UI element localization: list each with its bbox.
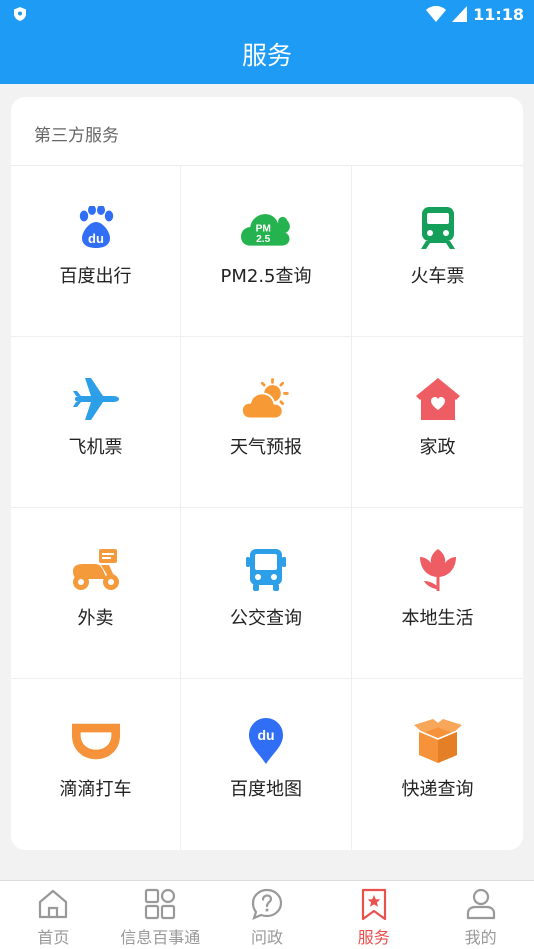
- service-label: 飞机票: [68, 437, 123, 458]
- train-icon: [413, 204, 463, 252]
- tab-home[interactable]: 首页: [0, 881, 107, 949]
- tab-label: 信息百事通: [120, 928, 201, 947]
- package-box-icon: [413, 717, 463, 765]
- shield-icon: [14, 7, 26, 21]
- service-label: 公交查询: [230, 608, 302, 629]
- grid-apps-icon: [145, 888, 176, 920]
- baidu-paw-icon: du: [71, 204, 121, 252]
- service-label: 外卖: [77, 608, 114, 629]
- service-baidu-travel[interactable]: du 百度出行: [11, 166, 181, 337]
- service-bus-query[interactable]: 公交查询: [181, 508, 352, 679]
- svg-text:2.5: 2.5: [256, 234, 270, 245]
- service-label: PM2.5查询: [220, 266, 312, 287]
- bottom-tab-bar: 首页 信息百事通 问政 服务 我的: [0, 880, 534, 949]
- tab-inquiry[interactable]: 问政: [214, 881, 321, 949]
- didi-icon: [71, 717, 121, 765]
- services-grid: du 百度出行 PM 2.5 PM2.5查询 火车票 飞机票 天气预报 家政 外…: [11, 166, 523, 850]
- service-air-ticket[interactable]: 飞机票: [11, 337, 181, 508]
- bus-icon: [241, 546, 291, 594]
- tab-services[interactable]: 服务: [320, 881, 427, 949]
- status-bar: 11:18: [0, 0, 534, 28]
- third-party-services-card: 第三方服务 du 百度出行 PM 2.5 PM2.5查询 火车票 飞机票 天气预…: [11, 97, 523, 850]
- tulip-icon: [413, 546, 463, 594]
- service-label: 家政: [419, 437, 456, 458]
- service-label: 百度地图: [230, 779, 302, 800]
- tab-label: 问政: [250, 928, 283, 947]
- pm25-cloud-icon: PM 2.5: [241, 204, 291, 252]
- service-train-ticket[interactable]: 火车票: [352, 166, 523, 337]
- service-express-query[interactable]: 快递查询: [352, 679, 523, 850]
- tab-label: 我的: [464, 928, 497, 947]
- user-icon: [466, 888, 495, 920]
- tab-info[interactable]: 信息百事通: [107, 881, 214, 949]
- wifi-icon: [426, 6, 447, 22]
- status-time: 11:18: [473, 4, 524, 24]
- baidu-map-pin-icon: du: [241, 717, 291, 765]
- weather-sun-cloud-icon: [241, 375, 291, 423]
- service-takeout[interactable]: 外卖: [11, 508, 181, 679]
- tab-label: 首页: [37, 928, 70, 947]
- svg-text:du: du: [257, 727, 274, 743]
- service-didi-taxi[interactable]: 滴滴打车: [11, 679, 181, 850]
- service-label: 百度出行: [59, 266, 132, 287]
- bookmark-star-icon: [361, 888, 386, 921]
- service-housekeeping[interactable]: 家政: [352, 337, 523, 508]
- airplane-icon: [71, 375, 121, 423]
- status-right: 11:18: [426, 4, 524, 24]
- house-heart-icon: [413, 375, 463, 423]
- service-label: 滴滴打车: [59, 779, 132, 800]
- home-icon: [39, 889, 68, 919]
- svg-text:du: du: [88, 231, 104, 246]
- service-local-life[interactable]: 本地生活: [352, 508, 523, 679]
- service-label: 快递查询: [401, 779, 474, 800]
- service-pm25[interactable]: PM 2.5 PM2.5查询: [181, 166, 352, 337]
- service-label: 天气预报: [230, 437, 302, 458]
- service-weather[interactable]: 天气预报: [181, 337, 352, 508]
- signal-icon: [452, 6, 468, 22]
- app-header: 11:18 服务: [0, 0, 534, 84]
- section-title: 第三方服务: [34, 126, 119, 146]
- service-label: 本地生活: [401, 608, 474, 629]
- page-title: 服务: [241, 41, 292, 70]
- tab-label: 服务: [357, 928, 390, 947]
- service-baidu-map[interactable]: du 百度地图: [181, 679, 352, 850]
- tab-mine[interactable]: 我的: [427, 881, 534, 949]
- delivery-scooter-icon: [71, 546, 121, 594]
- service-label: 火车票: [410, 266, 465, 287]
- question-bubble-icon: [251, 888, 283, 920]
